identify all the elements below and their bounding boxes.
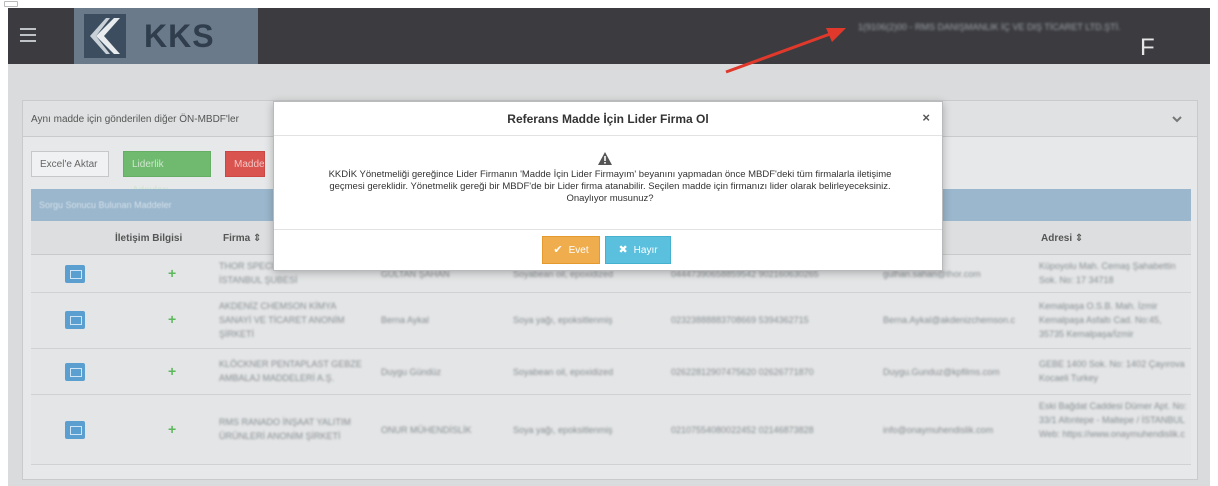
header-firm[interactable]: Firma ⇕ xyxy=(223,233,261,244)
table-caption-text: Sorgu Sonucu Bulunan Maddeler xyxy=(39,200,172,210)
substance-cell: Soyabean oil, epoxidized xyxy=(513,367,614,377)
person-cell: ONUR MÜHENDİSLİK xyxy=(381,425,472,435)
table-row: + RMS RANADO İNŞAAT YALITIM ÜRÜNLERİ ANO… xyxy=(31,395,1191,465)
firm-cell: AKDENİZ CHEMSON KİMYA SANAYİ VE TİCARET … xyxy=(219,301,345,339)
phone-cell: 02323888883708669 5394362715 xyxy=(671,315,809,325)
close-icon[interactable]: × xyxy=(922,110,930,125)
hamburger-menu-icon[interactable] xyxy=(20,28,36,42)
window-indicator-icon xyxy=(4,1,18,7)
modal-header: Referans Madde İçin Lider Firma Ol × xyxy=(274,102,942,136)
chevron-down-icon[interactable] xyxy=(1171,113,1183,125)
phone-cell: 02622812907475620 02626771870 xyxy=(671,367,814,377)
phone-cell: 02107554080022452 02146873828 xyxy=(671,425,814,435)
substance-cell: Soya yağı, epoksitlenmiş xyxy=(513,315,613,325)
user-company-line: 1(9106(2)00 - RMS DANIŞMANLIK İÇ VE DIŞ … xyxy=(858,22,1121,32)
logo-text: KKS xyxy=(144,18,215,54)
panel-title: Aynı madde için gönderilen diğer ÖN-MBDF… xyxy=(31,114,239,125)
x-icon: ✖ xyxy=(618,244,628,256)
kks-logo-icon xyxy=(84,14,126,58)
leader-firm-modal: Referans Madde İçin Lider Firma Ol × KKD… xyxy=(273,101,943,271)
plus-icon[interactable]: + xyxy=(168,265,176,281)
contact-card-icon[interactable] xyxy=(65,363,85,381)
firm-cell: KLÖCKNER PENTAPLAST GEBZE AMBALAJ MADDEL… xyxy=(219,359,362,383)
excel-export-button[interactable]: Excel'e Aktar xyxy=(31,151,109,177)
modal-footer: ✔ Evet ✖ Hayır xyxy=(274,230,942,272)
cancel-label: Hayır xyxy=(633,245,658,256)
top-navbar: KKS 1(9106(2)00 - RMS DANIŞMANLIK İÇ VE … xyxy=(8,8,1210,64)
modal-message: KKDİK Yönetmeliği gereğince Lider Firman… xyxy=(328,169,892,204)
checkmark-icon: ✔ xyxy=(553,244,563,256)
email-cell: info@onaymuhendislik.com xyxy=(883,425,994,435)
person-cell: Duygu Gündüz xyxy=(381,367,442,377)
person-cell: Berna Aykal xyxy=(381,315,429,325)
modal-body: KKDİK Yönetmeliği gereğince Lider Firman… xyxy=(274,136,942,230)
panel-toolbar: Excel'e Aktar Liderlik Adayları Madde xyxy=(31,151,265,196)
confirm-button[interactable]: ✔ Evet xyxy=(542,236,600,264)
contact-card-icon[interactable] xyxy=(65,311,85,329)
table-row: + AKDENİZ CHEMSON KİMYA SANAYİ VE TİCARE… xyxy=(31,293,1191,349)
confirm-label: Evet xyxy=(568,245,589,256)
email-cell: Berna.Aykal@akdenizchemson.c xyxy=(883,315,1016,325)
substance-red-button[interactable]: Madde xyxy=(225,151,265,177)
substance-cell: Soya yağı, epoksitlenmiş xyxy=(513,425,613,435)
plus-icon[interactable]: + xyxy=(168,421,176,437)
plus-icon[interactable]: + xyxy=(168,311,176,327)
contact-card-icon[interactable] xyxy=(65,421,85,439)
address-cell: GEBE 1400 Sok. No: 1402 Çayırova Kocaeli… xyxy=(1039,359,1185,383)
header-contact: İletişim Bilgisi xyxy=(115,233,183,244)
warning-icon xyxy=(598,152,612,165)
plus-icon[interactable]: + xyxy=(168,363,176,379)
window-top-strip xyxy=(0,0,1218,8)
address-cell: Kemalpaşa O.S.B. Mah. İzmir Kemalpaşa As… xyxy=(1039,301,1162,339)
address-cell: Küpoyolu Mah. Cemaş Şahabettin Sok. No: … xyxy=(1039,261,1176,285)
contact-card-icon[interactable] xyxy=(65,265,85,283)
email-cell: Duygu.Gunduz@kpfilms.com xyxy=(883,367,1000,377)
address-cell: Eski Bağdat Caddesi Dümer Apt. No: 33/1 … xyxy=(1039,401,1187,439)
modal-title: Referans Madde İçin Lider Firma Ol xyxy=(507,112,709,126)
leader-candidates-button[interactable]: Liderlik Adayları xyxy=(123,151,211,196)
firm-cell: RMS RANADO İNŞAAT YALITIM ÜRÜNLERİ ANONİ… xyxy=(219,417,351,441)
header-address[interactable]: Adresi ⇕ xyxy=(1041,233,1083,244)
user-avatar[interactable]: F xyxy=(1140,34,1155,62)
cancel-button[interactable]: ✖ Hayır xyxy=(605,236,671,264)
table-row: + KLÖCKNER PENTAPLAST GEBZE AMBALAJ MADD… xyxy=(31,349,1191,395)
